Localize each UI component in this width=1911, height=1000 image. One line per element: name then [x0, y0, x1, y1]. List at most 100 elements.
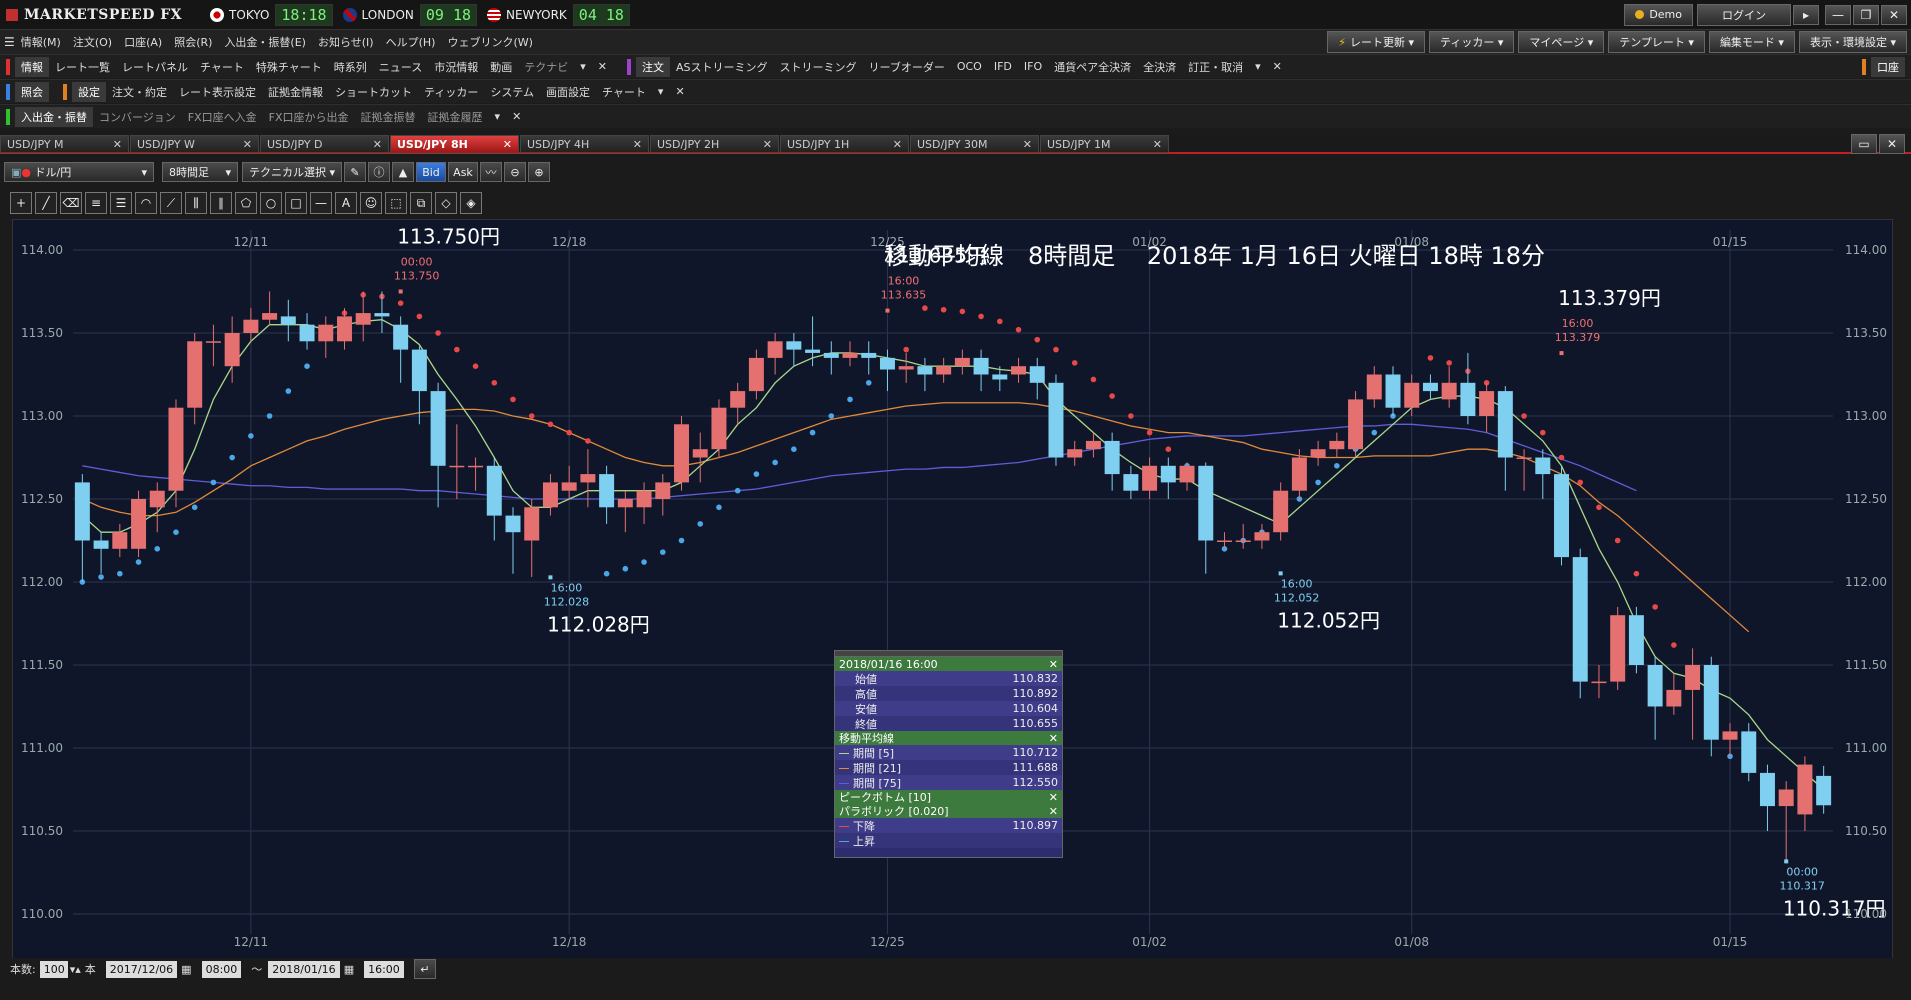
tab-usdjpy-w[interactable]: USD/JPY W ✕ [130, 135, 259, 153]
display-settings-button[interactable]: 表示・環境設定 ▾ [1798, 31, 1907, 53]
circle-icon[interactable]: ○ [260, 192, 282, 214]
dropdown-icon[interactable]: ▾ [1249, 60, 1267, 73]
toolbar-item[interactable]: 全決済 [1137, 59, 1182, 75]
toolbar-item[interactable]: OCO [951, 60, 988, 73]
toolbar-item[interactable]: 市況情報 [428, 59, 484, 75]
inquiry-header[interactable]: 照会 [15, 81, 49, 102]
edit-mode-button[interactable]: 編集モード ▾ [1708, 31, 1795, 53]
apply-return-icon[interactable]: ↵ [413, 959, 436, 979]
toolbar-item[interactable]: リーブオーダー [863, 59, 951, 75]
close-icon[interactable]: ✕ [893, 138, 902, 151]
calendar-icon[interactable]: ▦ [181, 963, 191, 976]
text-icon[interactable]: A [335, 192, 357, 214]
bid-button[interactable]: Bid [416, 162, 446, 182]
tab-usdjpy-1m[interactable]: USD/JPY 1M ✕ [1040, 135, 1169, 153]
currency-pair-select[interactable]: ▣● ドル/円 ▾ [4, 162, 154, 182]
toolbar-item[interactable]: 動画 [484, 59, 518, 75]
toolbar-item[interactable]: 画面設定 [540, 84, 596, 100]
menu-notice[interactable]: お知らせ(I) [312, 34, 380, 50]
to-date-input[interactable]: 2018/01/16 [268, 960, 340, 978]
erase-object-icon[interactable]: ◇ [435, 192, 457, 214]
tab-usdjpy-m[interactable]: USD/JPY M ✕ [0, 135, 129, 153]
login-button[interactable]: ログイン [1697, 3, 1791, 26]
login-arrow-icon[interactable]: ▸ [1793, 4, 1819, 25]
menu-hamburger-icon[interactable]: ☰ [4, 35, 15, 49]
close-icon[interactable]: ✕ [503, 138, 512, 151]
toolbar-item[interactable]: レート一覧 [49, 59, 116, 75]
crosshair-icon[interactable]: + [10, 192, 32, 214]
count-stepper-icon[interactable]: ▾▴ [70, 963, 81, 976]
toolbar-item[interactable]: FX口座から出金 [263, 109, 355, 125]
from-time-input[interactable]: 08:00 [201, 960, 242, 978]
calendar-icon[interactable]: ▦ [344, 963, 354, 976]
toolbar-item[interactable]: 特殊チャート [250, 59, 328, 75]
tab-usdjpy-30m[interactable]: USD/JPY 30M ✕ [910, 135, 1039, 153]
close-icon[interactable]: ✕ [1049, 732, 1058, 745]
ask-button[interactable]: Ask [448, 162, 478, 182]
line-icon[interactable]: — [310, 192, 332, 214]
toolbar-item[interactable]: 時系列 [328, 59, 373, 75]
toolbar-item[interactable]: 証拠金情報 [262, 84, 329, 100]
eraser-icon[interactable]: ⌫ [60, 192, 82, 214]
menu-weblink[interactable]: ウェブリンク(W) [441, 34, 538, 50]
data-window[interactable]: 2018/01/16 16:00 ✕ 始値 110.832 高値 110.892 安値… [834, 650, 1063, 858]
rate-update-button[interactable]: ⚡ レート更新 ▾ [1327, 31, 1426, 53]
close-icon[interactable]: ✕ [763, 138, 772, 151]
toolbar-item[interactable]: 注文・約定 [106, 84, 173, 100]
menu-info[interactable]: 情報(M) [15, 34, 67, 50]
copy-icon[interactable]: ⧉ [410, 192, 432, 214]
maximize-chart-icon[interactable]: ▭ [1851, 134, 1877, 154]
from-date-input[interactable]: 2017/12/06 [105, 960, 178, 978]
close-icon[interactable]: ✕ [113, 138, 122, 151]
close-icon[interactable]: ✕ [506, 110, 527, 123]
gann-fan-icon[interactable]: ⟋ [160, 192, 182, 214]
ticker-button[interactable]: ティッカー ▾ [1429, 31, 1515, 53]
toolbar-item[interactable]: チャート [194, 59, 250, 75]
rectangle-icon[interactable]: □ [285, 192, 307, 214]
tab-usdjpy-4h[interactable]: USD/JPY 4H ✕ [520, 135, 649, 153]
pen-icon[interactable]: ✎ [344, 162, 366, 182]
face-icon[interactable]: ☺ [360, 192, 382, 214]
close-icon[interactable]: ✕ [1049, 658, 1058, 671]
toolbar-item[interactable]: 訂正・取消 [1182, 59, 1249, 75]
horizontal-lines-icon[interactable]: ≡ [85, 192, 107, 214]
toolbar-item[interactable]: チャート [596, 84, 652, 100]
line-chart-icon[interactable]: 〰 [480, 162, 502, 182]
dropdown-icon[interactable]: ▾ [489, 110, 507, 123]
tab-usdjpy-1h[interactable]: USD/JPY 1H ✕ [780, 135, 909, 153]
parallel-lines-icon[interactable]: ∥ [210, 192, 232, 214]
close-icon[interactable]: ✕ [1153, 138, 1162, 151]
close-chart-icon[interactable]: ✕ [1879, 134, 1905, 154]
toolbar-item[interactable]: 証拠金振替 [355, 109, 422, 125]
toolbar-item[interactable]: コンバージョン [93, 109, 182, 125]
tab-usdjpy-2h[interactable]: USD/JPY 2H ✕ [650, 135, 779, 153]
toolbar-item[interactable]: 証拠金履歴 [422, 109, 489, 125]
template-button[interactable]: テンプレート ▾ [1608, 31, 1705, 53]
toolbar-item[interactable]: システム [484, 84, 540, 100]
dropdown-icon[interactable]: ▾ [574, 60, 592, 73]
mypage-button[interactable]: マイページ ▾ [1518, 31, 1605, 53]
toolbar-item[interactable]: 通貨ペア全決済 [1048, 59, 1137, 75]
minimize-icon[interactable]: — [1825, 4, 1851, 25]
toolbar-item[interactable]: ティッカー [418, 84, 484, 100]
to-time-input[interactable]: 16:00 [364, 960, 404, 978]
trendline-icon[interactable]: ╱ [35, 192, 57, 214]
menu-help[interactable]: ヘルプ(H) [380, 34, 442, 50]
close-icon[interactable]: ✕ [373, 138, 382, 151]
dropdown-icon[interactable]: ▾ [652, 85, 670, 98]
close-icon[interactable]: ✕ [592, 60, 613, 73]
mountain-icon[interactable]: ▲ [392, 162, 414, 182]
erase-all-icon[interactable]: ◈ [460, 192, 482, 214]
zoom-out-icon[interactable]: ⊖ [504, 162, 526, 182]
select-icon[interactable]: ⬚ [385, 192, 407, 214]
toolbar-item[interactable]: IFO [1018, 60, 1048, 73]
account-button[interactable]: 口座 [1871, 56, 1905, 77]
toolbar-item[interactable]: ストリーミング [774, 59, 863, 75]
close-icon[interactable]: ✕ [1267, 60, 1288, 73]
tab-usdjpy-d[interactable]: USD/JPY D ✕ [260, 135, 389, 153]
toolbar-item[interactable]: ASストリーミング [670, 59, 774, 75]
menu-deposit[interactable]: 入出金・振替(E) [218, 34, 312, 50]
count-input[interactable]: 100 [39, 960, 68, 978]
toolbar-item[interactable]: レートパネル [116, 59, 194, 75]
close-icon[interactable]: ✕ [669, 85, 690, 98]
